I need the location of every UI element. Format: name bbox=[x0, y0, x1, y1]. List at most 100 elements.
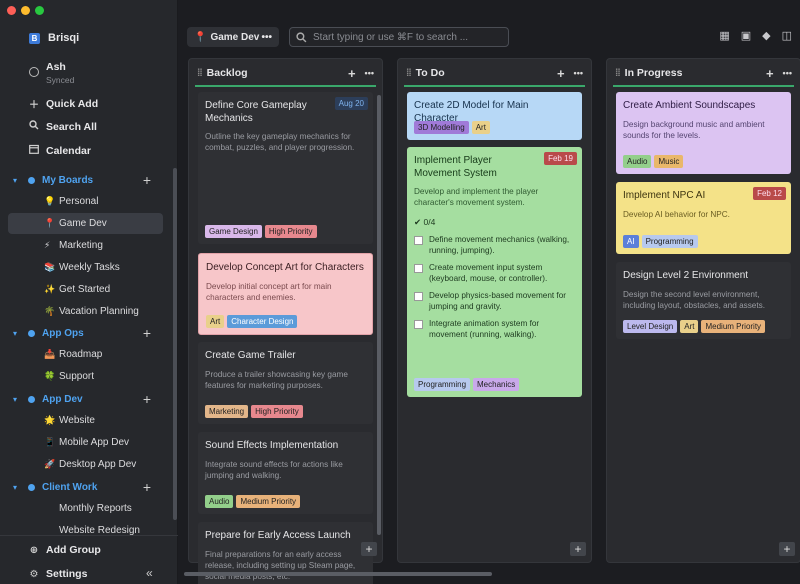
checklist-item[interactable]: Define movement mechanics (walking, runn… bbox=[414, 235, 575, 256]
settings-button[interactable]: ⚙ Settings bbox=[29, 568, 88, 580]
card-tags: Level Design Art Medium Priority bbox=[623, 320, 766, 333]
board-label: Vacation Planning bbox=[59, 306, 139, 317]
checkbox[interactable] bbox=[414, 320, 423, 329]
window-controls bbox=[7, 6, 44, 15]
task-card[interactable]: Design Level 2 Environment Design the sec… bbox=[616, 262, 791, 339]
chevron-down-icon[interactable]: ▾ bbox=[13, 176, 23, 185]
checkbox[interactable] bbox=[414, 236, 423, 245]
board-item[interactable]: Monthly Reports bbox=[8, 498, 163, 519]
checklist-item[interactable]: Create movement input system (keyboard, … bbox=[414, 263, 575, 284]
board-item[interactable]: 📚 Weekly Tasks bbox=[8, 257, 163, 278]
task-card[interactable]: Implement Player Movement System Feb 19 De… bbox=[407, 147, 582, 397]
tag-badge: Game Design bbox=[205, 225, 262, 238]
board-item[interactable]: ⚡ Marketing bbox=[8, 235, 163, 256]
search-box[interactable] bbox=[289, 27, 509, 47]
board-item[interactable]: 🚀 Desktop App Dev bbox=[8, 454, 163, 475]
more-options-icon[interactable]: ••• bbox=[783, 66, 792, 81]
checklist-item-text: Create movement input system (keyboard, … bbox=[429, 263, 548, 283]
drag-handle-icon[interactable]: ⁞⁞ bbox=[615, 68, 621, 79]
calendar-view-icon[interactable]: ▦ bbox=[719, 29, 729, 42]
chevron-down-icon[interactable]: ▾ bbox=[13, 483, 23, 492]
add-card-icon[interactable]: + bbox=[766, 66, 774, 81]
checkbox[interactable] bbox=[414, 292, 423, 301]
board-item[interactable]: 🌴 Vacation Planning bbox=[8, 301, 163, 322]
board-emoji: 📍 bbox=[194, 31, 207, 43]
search-input[interactable] bbox=[313, 31, 493, 43]
plus-icon: ＋ bbox=[29, 100, 39, 111]
tag-badge: High Priority bbox=[264, 225, 317, 238]
board-item[interactable]: 🍀 Support bbox=[8, 366, 163, 387]
board-emoji: 📚 bbox=[44, 262, 56, 272]
add-card-button[interactable]: + bbox=[779, 542, 795, 556]
sidebar-scrollbar[interactable] bbox=[173, 168, 177, 520]
board-emoji: 📍 bbox=[44, 218, 56, 228]
task-card[interactable]: Develop Concept Art for Characters Develo… bbox=[198, 253, 373, 335]
group-dot-icon bbox=[28, 395, 35, 403]
add-group-button[interactable]: ⊕ Add Group bbox=[29, 544, 101, 556]
task-card[interactable]: Create Game Trailer Produce a trailer sho… bbox=[198, 342, 373, 424]
task-card[interactable]: Implement NPC AI Feb 12 Develop AI behavio… bbox=[616, 182, 791, 254]
user-profile[interactable]: Ash Synced bbox=[29, 61, 74, 85]
tag-badge: Medium Priority bbox=[701, 320, 766, 333]
more-options-icon[interactable]: ••• bbox=[365, 66, 374, 81]
add-board-button[interactable]: + bbox=[143, 391, 151, 407]
chevron-down-icon[interactable]: ▾ bbox=[13, 395, 23, 404]
more-options-icon[interactable]: ••• bbox=[574, 66, 583, 81]
nav-search-all[interactable]: Search All bbox=[29, 120, 97, 133]
archive-icon[interactable]: ▣ bbox=[741, 29, 751, 42]
card-description: Design the second level environment, inc… bbox=[623, 289, 766, 310]
column-title: Backlog bbox=[206, 67, 248, 79]
board-emoji: ✨ bbox=[44, 284, 56, 294]
board-item[interactable]: ✨ Get Started bbox=[8, 279, 163, 300]
board-more-button[interactable]: ••• bbox=[261, 32, 272, 43]
checkbox[interactable] bbox=[414, 264, 423, 273]
board-group[interactable]: ▾ App Dev + bbox=[13, 390, 163, 408]
board-label: Support bbox=[59, 371, 95, 382]
board-group[interactable]: ▾ App Ops + bbox=[13, 324, 163, 342]
collapse-sidebar-icon[interactable]: « bbox=[146, 566, 153, 580]
close-window-button[interactable] bbox=[7, 6, 16, 15]
checklist-item[interactable]: Develop physics-based movement for jumpi… bbox=[414, 291, 575, 312]
card-description: Produce a trailer showcasing key game fe… bbox=[205, 369, 348, 390]
board-toolbar: 📍Game Dev••• ▦ ▣ ◆ ◫ bbox=[178, 20, 800, 54]
add-board-button[interactable]: + bbox=[143, 172, 151, 188]
add-card-icon[interactable]: + bbox=[348, 66, 356, 81]
checklist-item[interactable]: Integrate animation system for movement … bbox=[414, 319, 575, 340]
add-card-icon[interactable]: + bbox=[557, 66, 565, 81]
group-label: App Dev bbox=[42, 393, 83, 405]
board-column: ⁞⁞ Backlog + ••• Define Core Gameplay Mechan… bbox=[188, 58, 383, 584]
add-board-button[interactable]: + bbox=[143, 325, 151, 341]
zoom-window-button[interactable] bbox=[35, 6, 44, 15]
column-title: To Do bbox=[415, 67, 445, 79]
board-item[interactable]: 📍 Game Dev bbox=[8, 213, 163, 234]
board-horizontal-scrollbar[interactable] bbox=[184, 572, 492, 576]
checklist-item-text: Define movement mechanics (walking, runn… bbox=[429, 235, 570, 255]
column-actions: + ••• bbox=[557, 66, 583, 81]
chevron-down-icon[interactable]: ▾ bbox=[13, 329, 23, 338]
task-card[interactable]: Create Ambient Soundscapes Design backgro… bbox=[616, 92, 791, 174]
panel-toggle-icon[interactable]: ◫ bbox=[782, 29, 792, 42]
board-group[interactable]: ▾ Client Work + bbox=[13, 478, 163, 496]
card-title: Design Level 2 Environment bbox=[623, 270, 749, 281]
nav-quick-add[interactable]: ＋ Quick Add bbox=[29, 96, 98, 112]
board-item[interactable]: 💡 Personal bbox=[8, 191, 163, 212]
board-item[interactable]: 📥 Roadmap bbox=[8, 344, 163, 365]
add-card-button[interactable]: + bbox=[570, 542, 586, 556]
board-group[interactable]: ▾ My Boards + bbox=[13, 171, 163, 189]
board-item[interactable]: 📱 Mobile App Dev bbox=[8, 432, 163, 453]
drag-handle-icon[interactable]: ⁞⁞ bbox=[197, 68, 203, 79]
task-card[interactable]: Create 2D Model for Main Character 3D Mod… bbox=[407, 92, 582, 140]
add-card-button[interactable]: + bbox=[361, 542, 377, 556]
board-title-tab[interactable]: 📍 Game Dev ••• bbox=[187, 27, 279, 47]
board-label: Marketing bbox=[59, 240, 103, 251]
column-scrollbar[interactable] bbox=[377, 95, 381, 535]
add-board-button[interactable]: + bbox=[143, 479, 151, 495]
card-tags: Audio Music bbox=[623, 155, 684, 168]
nav-calendar[interactable]: Calendar bbox=[29, 144, 91, 157]
board-item[interactable]: 🌟 Website bbox=[8, 410, 163, 431]
minimize-window-button[interactable] bbox=[21, 6, 30, 15]
tag-icon[interactable]: ◆ bbox=[762, 29, 770, 42]
task-card[interactable]: Sound Effects Implementation Integrate so… bbox=[198, 432, 373, 514]
drag-handle-icon[interactable]: ⁞⁞ bbox=[406, 68, 412, 79]
task-card[interactable]: Define Core Gameplay Mechanics Aug 20 Outl… bbox=[198, 92, 373, 244]
